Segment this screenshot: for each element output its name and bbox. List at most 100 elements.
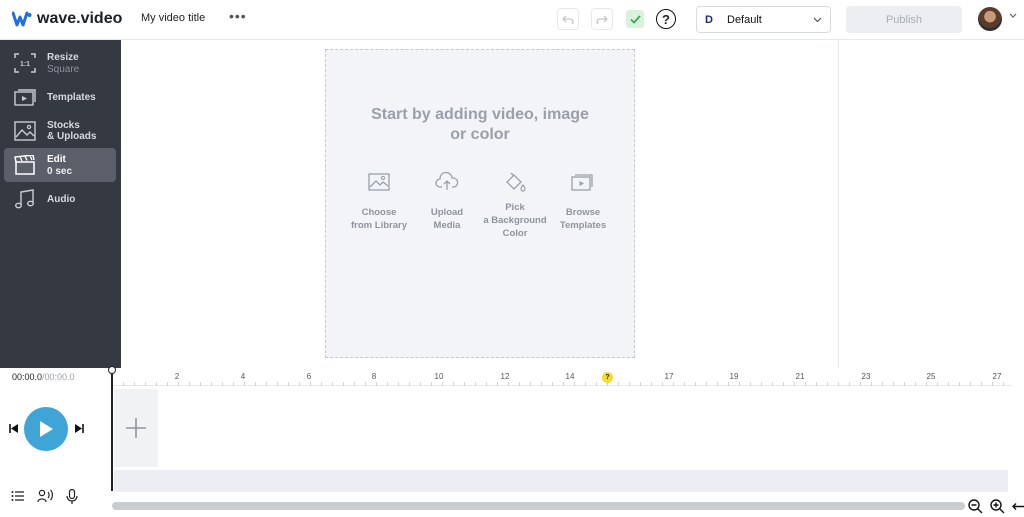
ruler-tick [585, 382, 586, 386]
ruler-tick [904, 382, 905, 386]
avatar[interactable] [978, 7, 1002, 31]
ruler-tick [354, 382, 355, 386]
ruler-tick [684, 382, 685, 386]
ruler-tick-label: 12 [500, 372, 510, 381]
ruler-tick [717, 382, 718, 386]
undo-icon [562, 15, 574, 24]
redo-icon [596, 15, 608, 24]
option-label-line: Media [433, 220, 461, 231]
clapperboard-icon [14, 155, 35, 175]
ruler-tick [640, 382, 641, 386]
ruler-tick [739, 382, 740, 386]
sidebar-item-sublabel: Square [47, 64, 80, 75]
ruler-tick [596, 382, 597, 386]
ruler-tick [959, 382, 960, 386]
app-logo[interactable]: wave.video [12, 10, 122, 28]
playhead[interactable] [111, 369, 113, 491]
ruler-tick [882, 382, 883, 386]
wave-logo-icon [12, 11, 32, 27]
more-options-button[interactable]: ••• [229, 8, 247, 24]
skip-back-icon[interactable] [8, 423, 19, 434]
cloud-upload-icon [435, 172, 459, 190]
ruler-tick [211, 382, 212, 386]
ruler-tick [486, 382, 487, 386]
sidebar-item-audio[interactable]: Audio [4, 182, 116, 216]
timeline-scrollbar[interactable] [112, 502, 965, 510]
sidebar-item-label: Templates [47, 92, 96, 103]
ruler-tick [266, 382, 267, 386]
saved-status [626, 10, 644, 28]
brand-kit-select[interactable]: D Default [696, 6, 831, 33]
zoom-in-icon[interactable] [990, 499, 1005, 514]
templates-icon [14, 89, 36, 106]
ruler-tick [332, 382, 333, 386]
sidebar-item-stocks[interactable]: Stocks & Uploads [4, 114, 116, 148]
list-icon[interactable] [11, 489, 25, 503]
ruler-tick [937, 382, 938, 386]
sidebar-item-sublabel: 0 sec [47, 166, 73, 177]
undo-button[interactable] [557, 8, 579, 30]
publish-button[interactable]: Publish [846, 6, 962, 33]
ruler-tick [288, 382, 289, 386]
ruler-tick [233, 382, 234, 386]
dropzone-option-label: Choose from Library [343, 206, 415, 232]
ruler-tick [893, 382, 894, 386]
ruler-tick [310, 382, 311, 386]
canvas-divider [838, 40, 839, 368]
ruler-tick [981, 382, 982, 386]
ruler-tick-label: 8 [371, 372, 377, 381]
ruler-tick [816, 382, 817, 386]
ruler-tick [255, 382, 256, 386]
sidebar-item-resize[interactable]: 1:1 Resize Square [4, 46, 116, 80]
ruler-tick [442, 382, 443, 386]
ruler-tick [123, 382, 124, 386]
ruler-tick [706, 382, 707, 386]
timeline-ruler[interactable]: 2 4 6 8 10 12 14 17 19 21 23 25 27 [112, 368, 1012, 386]
audio-track[interactable] [114, 470, 1008, 492]
skip-forward-icon[interactable] [74, 423, 85, 434]
ruler-tick [761, 382, 762, 386]
ruler-tick [871, 382, 872, 386]
ruler-tick [156, 382, 157, 386]
fit-width-icon[interactable] [1012, 499, 1024, 514]
add-scene-button[interactable] [114, 389, 158, 467]
dropzone-heading-line2: or color [450, 126, 510, 143]
sidebar-item-templates[interactable]: Templates [4, 80, 116, 114]
dropzone-heading-line1: Start by adding video, image [371, 106, 589, 123]
sidebar-item-edit[interactable]: Edit 0 sec [4, 148, 116, 182]
resize-icon: 1:1 [14, 53, 36, 73]
ruler-tick [827, 382, 828, 386]
ruler-tick [750, 382, 751, 386]
pick-background-color-button[interactable]: Pick a Background Color [479, 172, 551, 240]
option-label-line: Templates [559, 220, 607, 231]
playhead-handle[interactable] [108, 366, 116, 374]
ruler-tick [574, 382, 575, 386]
help-button[interactable]: ? [656, 9, 676, 29]
ruler-tick [563, 382, 564, 386]
media-dropzone[interactable]: Start by adding video, image or color Ch… [325, 49, 635, 358]
microphone-icon[interactable] [66, 489, 78, 505]
voiceover-icon[interactable] [37, 489, 55, 503]
sidebar: 1:1 Resize Square Templates Stocks & Upl… [0, 40, 121, 368]
ruler-tick [497, 382, 498, 386]
choose-from-library-button[interactable]: Choose from Library [343, 172, 415, 232]
image-icon [14, 121, 36, 141]
redo-button[interactable] [591, 8, 613, 30]
chevron-down-icon[interactable] [1009, 13, 1017, 19]
zoom-out-icon[interactable] [968, 499, 983, 514]
play-button[interactable] [24, 407, 68, 451]
ruler-tick [321, 382, 322, 386]
dropzone-heading: Start by adding video, image or color [326, 105, 634, 145]
ruler-tick [970, 382, 971, 386]
upload-media-button[interactable]: Upload Media [411, 172, 483, 232]
total-time: /00:00.0 [42, 372, 75, 382]
dropzone-option-label: Upload Media [411, 206, 483, 232]
timeline-help-marker[interactable]: ? [602, 372, 613, 383]
paint-bucket-icon [506, 172, 526, 192]
video-title[interactable]: My video title [141, 12, 205, 24]
ruler-tick-label: 17 [664, 372, 674, 381]
browse-templates-button[interactable]: Browse Templates [547, 172, 619, 232]
option-label-line: from Library [351, 220, 407, 231]
ruler-tick [783, 382, 784, 386]
ruler-tick [343, 382, 344, 386]
